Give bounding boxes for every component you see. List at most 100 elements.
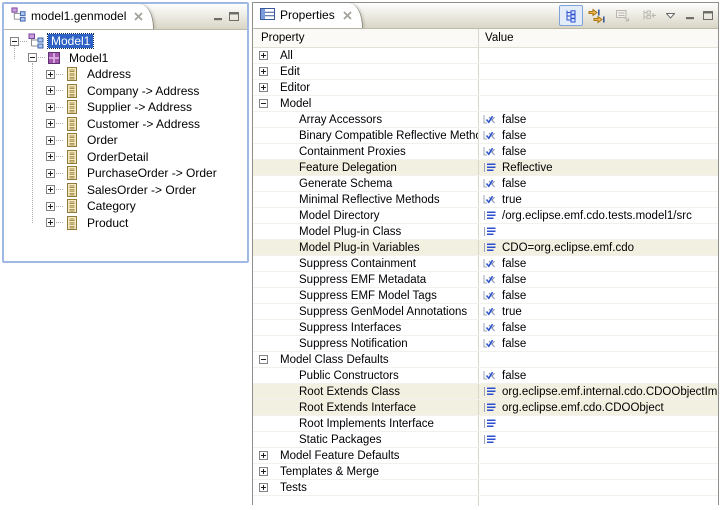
property-value: false <box>502 370 526 382</box>
property-row[interactable]: Suppress Notificationfalse <box>253 336 718 352</box>
class-icon <box>64 182 80 198</box>
tree-item-label: Company -> Address <box>84 84 202 98</box>
property-name: Model Plug-in Class <box>299 226 401 238</box>
close-icon[interactable] <box>343 11 352 20</box>
expand-icon[interactable] <box>46 152 55 161</box>
collapse-icon[interactable] <box>259 99 268 108</box>
expand-icon[interactable] <box>259 83 268 92</box>
editor-tab[interactable]: model1.genmodel <box>4 4 154 29</box>
property-row[interactable]: Root Implements Interface <box>253 416 718 432</box>
category-row[interactable]: All <box>253 48 718 64</box>
show-advanced-properties-button[interactable] <box>585 5 609 26</box>
expand-icon[interactable] <box>46 185 55 194</box>
property-row[interactable]: Public Constructorsfalse <box>253 368 718 384</box>
expand-icon[interactable] <box>46 169 55 178</box>
category-row[interactable]: Model Class Defaults <box>253 352 718 368</box>
expand-icon[interactable] <box>259 483 268 492</box>
tree-item[interactable]: OrderDetail <box>4 149 247 166</box>
tree-item[interactable]: Supplier -> Address <box>4 99 247 116</box>
tree-item[interactable]: SalesOrder -> Order <box>4 182 247 199</box>
tree-item[interactable]: Category <box>4 198 247 215</box>
column-header-property[interactable]: Property <box>253 32 478 44</box>
tree-connector-dots <box>56 173 63 174</box>
properties-tab-bar: Properties <box>253 3 718 29</box>
expand-icon[interactable] <box>46 70 55 79</box>
property-name-cell: Model Feature Defaults <box>253 448 478 463</box>
tree-item-label: PurchaseOrder -> Order <box>84 166 220 180</box>
tree-item[interactable]: Order <box>4 132 247 149</box>
expand-icon[interactable] <box>46 202 55 211</box>
property-row[interactable]: Suppress Interfacesfalse <box>253 320 718 336</box>
expand-icon[interactable] <box>46 103 55 112</box>
property-row[interactable]: Model Directory/org.eclipse.emf.cdo.test… <box>253 208 718 224</box>
expand-icon[interactable] <box>46 86 55 95</box>
property-name-cell: Containment Proxies <box>253 144 478 159</box>
property-row[interactable]: Suppress GenModel Annotationstrue <box>253 304 718 320</box>
expand-icon[interactable] <box>259 467 268 476</box>
category-row[interactable]: Templates & Merge <box>253 464 718 480</box>
property-name-cell: Suppress EMF Model Tags <box>253 288 478 303</box>
boolean-value-icon <box>483 130 497 141</box>
editor-panel: model1.genmodel Model1Model1AddressCompa… <box>2 2 249 263</box>
property-row[interactable]: Suppress EMF Metadatafalse <box>253 272 718 288</box>
property-row[interactable]: Feature Delegation Reflective <box>253 160 718 176</box>
category-row[interactable]: Tests <box>253 480 718 496</box>
property-row[interactable]: Minimal Reflective Methodstrue <box>253 192 718 208</box>
property-value-cell <box>479 96 718 111</box>
tree-item-label: Product <box>84 216 131 230</box>
collapse-icon[interactable] <box>10 37 19 46</box>
category-row[interactable]: Editor <box>253 80 718 96</box>
property-name: Feature Delegation <box>299 162 397 174</box>
minimize-button[interactable] <box>682 5 698 26</box>
tree-item[interactable]: Company -> Address <box>4 83 247 100</box>
expand-icon[interactable] <box>46 136 55 145</box>
property-row[interactable]: Array Accessorsfalse <box>253 112 718 128</box>
category-row[interactable]: Model <box>253 96 718 112</box>
tree-item[interactable]: Address <box>4 66 247 83</box>
category-row[interactable]: Edit <box>253 64 718 80</box>
tree-item[interactable]: PurchaseOrder -> Order <box>4 165 247 182</box>
property-row[interactable]: Root Extends Interfaceorg.eclipse.emf.cd… <box>253 400 718 416</box>
expand-icon[interactable] <box>259 67 268 76</box>
property-row[interactable]: Containment Proxiesfalse <box>253 144 718 160</box>
property-name: Minimal Reflective Methods <box>299 194 440 206</box>
properties-view: Properties Propert <box>252 2 719 505</box>
minimize-button[interactable] <box>213 12 223 21</box>
property-row[interactable]: Suppress EMF Model Tagsfalse <box>253 288 718 304</box>
property-row[interactable]: Binary Compatible Reflective Methodsfals… <box>253 128 718 144</box>
properties-tab[interactable]: Properties <box>253 3 363 28</box>
show-categories-button[interactable] <box>559 5 583 26</box>
tree-item-label: Model1 <box>48 34 93 48</box>
tree-item[interactable]: Customer -> Address <box>4 116 247 133</box>
tree-item[interactable]: Model1 <box>4 50 247 67</box>
maximize-button[interactable] <box>229 12 239 21</box>
property-value-cell: false <box>479 368 718 383</box>
boolean-value-icon <box>483 338 497 349</box>
property-row[interactable]: Suppress Containmentfalse <box>253 256 718 272</box>
expand-icon[interactable] <box>46 218 55 227</box>
category-row[interactable]: Model Feature Defaults <box>253 448 718 464</box>
property-row[interactable]: Static Packages <box>253 432 718 448</box>
expand-icon[interactable] <box>259 451 268 460</box>
property-name: Suppress Containment <box>299 258 416 270</box>
tree-connector-dots <box>56 74 63 75</box>
expand-icon[interactable] <box>259 51 268 60</box>
collapse-icon[interactable] <box>28 53 37 62</box>
property-row[interactable]: Model Plug-in Class <box>253 224 718 240</box>
property-value: Reflective <box>502 162 553 174</box>
class-icon <box>64 165 80 181</box>
filter-properties-button[interactable] <box>637 5 661 26</box>
property-value-cell <box>479 80 718 95</box>
column-header-value[interactable]: Value <box>479 32 718 44</box>
maximize-button[interactable] <box>700 5 716 26</box>
expand-icon[interactable] <box>46 119 55 128</box>
tree-item[interactable]: Model1 <box>4 33 247 50</box>
property-row[interactable]: Root Extends Classorg.eclipse.emf.intern… <box>253 384 718 400</box>
close-icon[interactable] <box>134 12 143 21</box>
property-row[interactable]: Generate Schemafalse <box>253 176 718 192</box>
restore-default-value-button[interactable] <box>611 5 635 26</box>
property-row[interactable]: Model Plug-in VariablesCDO=org.eclipse.e… <box>253 240 718 256</box>
tree-item[interactable]: Product <box>4 215 247 232</box>
view-menu-button[interactable] <box>666 13 675 19</box>
collapse-icon[interactable] <box>259 355 268 364</box>
